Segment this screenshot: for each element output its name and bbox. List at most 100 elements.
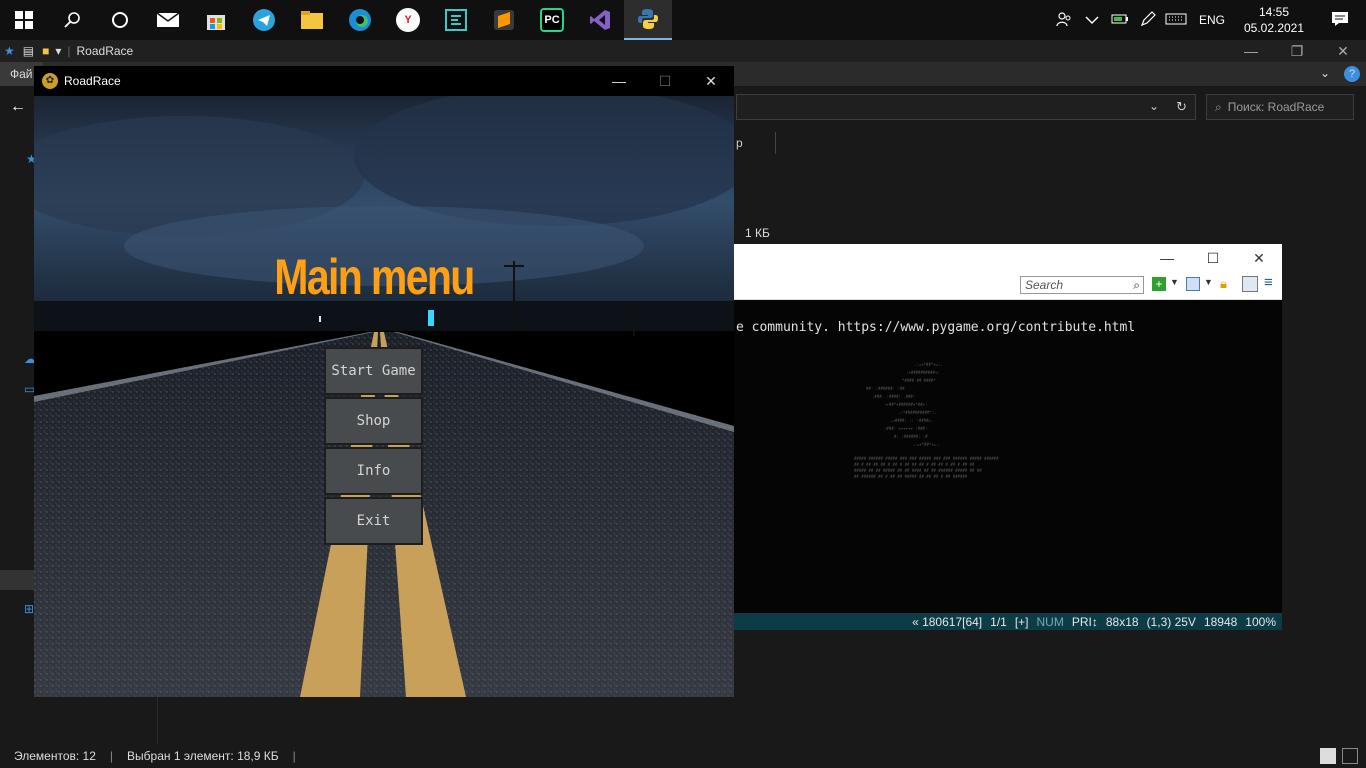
start-game-button[interactable]: Start Game — [324, 347, 423, 395]
svg-text:## # ## ## ## # ## # ## ##: ## # ## ## ## # ## # ## ## ## # ## ## # … — [854, 462, 975, 467]
game-close-button[interactable]: ✕ — [688, 66, 734, 96]
search-icon: ⌕ — [1215, 100, 1222, 114]
chevron-up-icon[interactable] — [1078, 12, 1106, 28]
game-maximize-button[interactable]: ☐ — [642, 66, 688, 96]
start-icon[interactable] — [0, 0, 48, 40]
python-icon[interactable] — [624, 0, 672, 40]
window-dropdown-icon[interactable]: ▼ — [1204, 277, 1213, 287]
info-button[interactable]: Info — [324, 447, 423, 495]
address-input[interactable]: ⌄ ↻ — [736, 94, 1196, 120]
system-tray: ENG 14:55 05.02.2021 — [1050, 0, 1366, 40]
edge-icon[interactable] — [336, 0, 384, 40]
yandex-icon[interactable]: Y — [384, 0, 432, 40]
pycharm-icon[interactable]: PC — [528, 0, 576, 40]
viewer-status-bar: « 180617[64] 1/1 [+] NUM PRI↕ 88x18 (1,3… — [734, 613, 1282, 630]
nav-selected-item[interactable] — [0, 570, 34, 590]
store-icon[interactable] — [192, 0, 240, 40]
menu-icon[interactable]: ≡ — [1264, 274, 1273, 291]
status-size: 88x18 — [1105, 614, 1139, 629]
explorer-titlebar: ★ ▤ ■ ▾ | RoadRace — ❐ ✕ — [0, 40, 1366, 62]
sublime-icon[interactable] — [480, 0, 528, 40]
viewer-window: — ☐ ✕ Search ⌕ + ▼ ▼ 🔒︎ ≡ e community. h… — [734, 244, 1282, 630]
window-icon[interactable] — [1186, 277, 1200, 291]
viewer-toolbar: Search ⌕ + ▼ ▼ 🔒︎ ≡ — [734, 272, 1282, 300]
minimize-button[interactable]: — — [1228, 40, 1274, 62]
game-window: ✿ RoadRace — ☐ ✕ Main menu Start Game Sh… — [34, 66, 734, 697]
maximize-button[interactable]: ❐ — [1274, 40, 1320, 62]
people-icon[interactable] — [1050, 11, 1078, 30]
clock-time: 14:55 — [1258, 5, 1290, 19]
properties-icon[interactable]: ▤ — [23, 44, 34, 58]
status-pri: PRI↕ — [1071, 614, 1098, 629]
viewer-maximize-button[interactable]: ☐ — [1190, 244, 1236, 272]
file-size: 1 КБ — [745, 226, 770, 240]
cortana-icon[interactable] — [96, 0, 144, 40]
game-minimize-button[interactable]: — — [596, 66, 642, 96]
customize-arrow-icon[interactable]: ▾ — [55, 44, 61, 58]
status-bytes: 18948 — [1203, 614, 1238, 629]
svg-text:*#### ## ####*: *#### ## ####* — [902, 378, 936, 383]
add-dropdown-icon[interactable]: ▼ — [1170, 277, 1179, 287]
svg-text:##: :######: :##: ##: :######: :## — [866, 386, 905, 391]
pycharm-label: PC — [540, 8, 564, 32]
status-cursor: (1,3) 25V — [1146, 614, 1196, 629]
visual-studio-icon[interactable] — [576, 0, 624, 40]
quick-access-pin-icon[interactable]: ★ — [4, 44, 15, 58]
expand-ribbon-icon[interactable]: ⌄ — [1320, 66, 1330, 80]
viewer-console: e community. https://www.pygame.org/cont… — [734, 300, 1282, 614]
panel-icon[interactable] — [1242, 276, 1258, 292]
status-zoom: 100% — [1245, 614, 1276, 629]
pen-icon[interactable] — [1134, 10, 1162, 30]
viewer-search-placeholder: Search — [1025, 278, 1064, 292]
svg-text:##### ###### ##### ### ### ###: ##### ###### ##### ### ### ##### ### ###… — [854, 456, 999, 461]
svg-text::+##*+######+*##+:: :+##*+######+*##+: — [884, 402, 927, 407]
search-input[interactable]: ⌕ Поиск: RoadRace — [1206, 94, 1354, 120]
back-arrow-icon[interactable]: ← — [10, 98, 26, 116]
folder-icon[interactable]: ■ — [42, 44, 49, 58]
column-header-label: р — [736, 136, 743, 150]
editor-icon[interactable] — [432, 0, 480, 40]
status-page: 1/1 — [990, 614, 1007, 629]
svg-text:##### ## ## ##### ## ## ###: ##### ## ## ##### ## ## #### ## ## #####… — [854, 468, 982, 473]
battery-icon[interactable] — [1106, 12, 1134, 28]
game-title: RoadRace — [64, 74, 121, 88]
telegram-icon[interactable] — [240, 0, 288, 40]
viewer-titlebar: — ☐ ✕ — [734, 244, 1282, 272]
svg-text:.:=+*##*+=:.: .:=+*##*+=:. — [912, 442, 941, 447]
tiles-view-icon[interactable] — [1342, 748, 1358, 764]
pygame-logo-icon: ✿ — [42, 73, 58, 89]
help-icon[interactable]: ? — [1344, 66, 1360, 82]
svg-text::###: ++++++ :###:: :###: ++++++ :###: — [884, 426, 927, 431]
notifications-icon[interactable] — [1314, 11, 1366, 30]
status-num: NUM — [1036, 614, 1064, 629]
details-view-icon[interactable] — [1320, 748, 1336, 764]
add-icon[interactable]: + — [1152, 277, 1166, 291]
lock-icon[interactable]: 🔒︎ — [1220, 276, 1227, 292]
viewer-search-icon[interactable]: ⌕ — [1133, 277, 1140, 293]
status-position: « 180617[64] — [912, 614, 983, 629]
menu-title: Main menu — [274, 249, 475, 305]
search-icon[interactable] — [48, 0, 96, 40]
exit-button[interactable]: Exit — [324, 497, 423, 545]
viewer-search-input[interactable]: Search ⌕ — [1020, 276, 1144, 294]
refresh-icon[interactable]: ↻ — [1176, 99, 1187, 115]
svg-text:.:*##########*:.: .:*##########*:. — [898, 410, 937, 415]
column-header[interactable]: р — [736, 132, 776, 154]
viewer-minimize-button[interactable]: — — [1144, 244, 1190, 272]
shop-button[interactable]: Shop — [324, 397, 423, 445]
close-button[interactable]: ✕ — [1320, 40, 1366, 62]
keyboard-icon[interactable] — [1162, 12, 1190, 28]
network-icon[interactable]: ⊞ — [24, 602, 34, 616]
svg-text:.:=+*##*+=:.: .:=+*##*+=:. — [914, 362, 943, 367]
game-canvas[interactable]: Main menu Start Game Shop Info Exit — [34, 96, 734, 697]
mail-icon[interactable] — [144, 0, 192, 40]
language-indicator[interactable]: ENG — [1190, 13, 1234, 27]
clock-date: 05.02.2021 — [1243, 21, 1305, 35]
file-explorer-icon[interactable] — [288, 0, 336, 40]
address-dropdown-icon[interactable]: ⌄ — [1149, 99, 1159, 113]
console-line: e community. https://www.pygame.org/cont… — [736, 320, 1136, 335]
svg-text:## ###### ## # ## ## ###: ## ###### ## # ## ## ##### ## ## ## # ##… — [854, 474, 968, 479]
viewer-close-button[interactable]: ✕ — [1236, 244, 1282, 272]
search-placeholder: Поиск: RoadRace — [1227, 100, 1325, 114]
clock[interactable]: 14:55 05.02.2021 — [1234, 4, 1314, 36]
